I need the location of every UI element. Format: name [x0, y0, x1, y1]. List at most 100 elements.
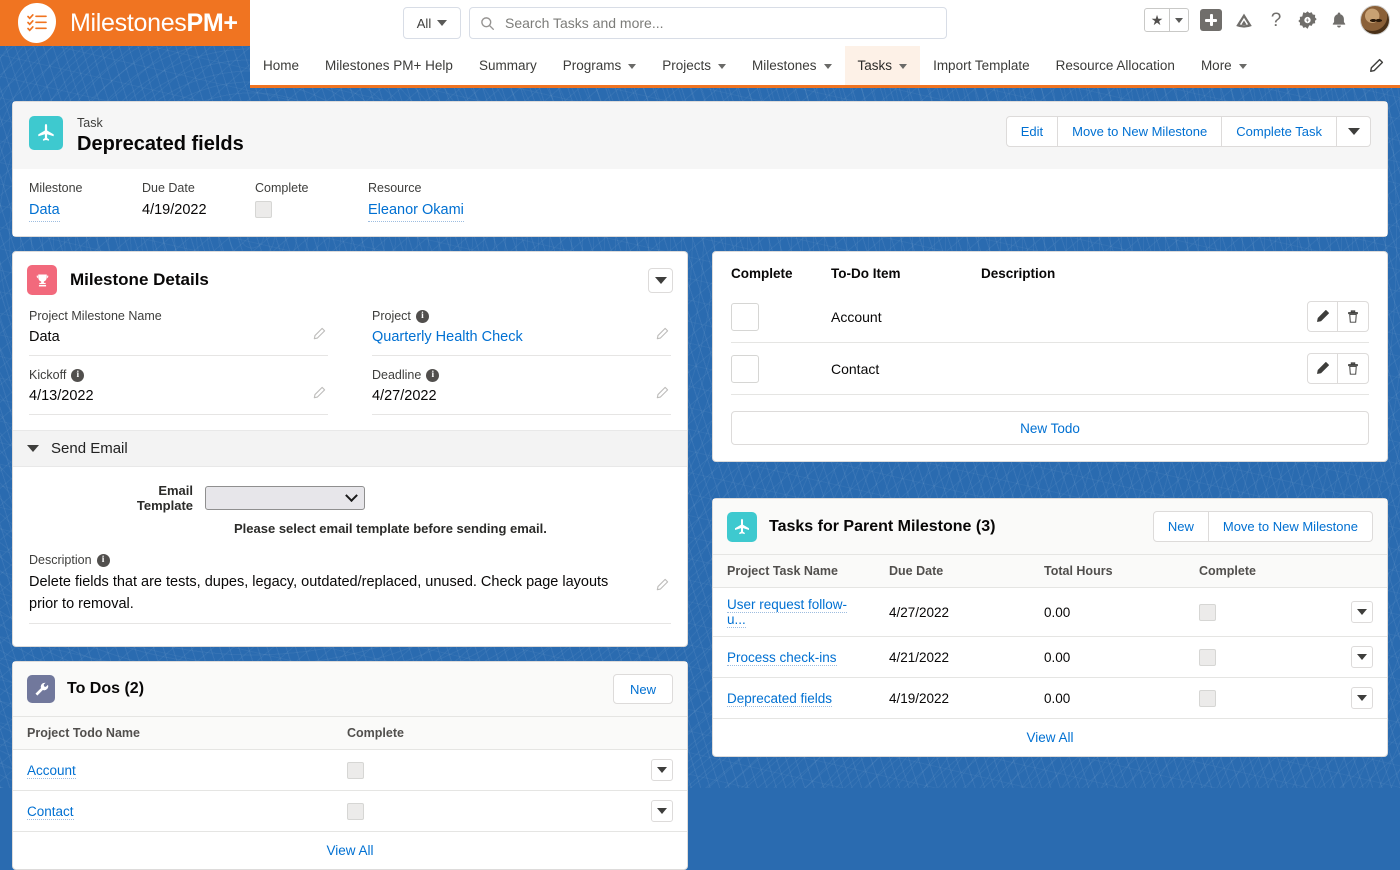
chevron-down-icon — [1348, 128, 1360, 135]
inline-edit-pencil-icon[interactable] — [655, 578, 669, 597]
column-header-description: Description — [981, 266, 1369, 281]
field-label: Milestone — [29, 179, 142, 197]
todos-card: To Dos (2) New Project Todo Name Complet… — [12, 661, 688, 870]
column-header-project-todo-name[interactable]: Project Todo Name — [13, 717, 333, 750]
todo-items-header-row: Complete To-Do Item Description — [731, 266, 1369, 291]
todo-item-complete-checkbox[interactable] — [731, 303, 759, 331]
more-actions-button[interactable] — [1337, 116, 1371, 147]
resource-link[interactable]: Eleanor Okami — [368, 199, 464, 222]
column-header-total-hours[interactable]: Total Hours — [1030, 555, 1185, 588]
nav-item-resource-allocation[interactable]: Resource Allocation — [1043, 46, 1188, 85]
global-search: All — [403, 7, 947, 39]
info-icon[interactable]: i — [97, 554, 110, 567]
nav-item-milestones[interactable]: Milestones — [739, 46, 845, 85]
column-header-project-task-name[interactable]: Project Task Name — [713, 555, 875, 588]
nav-item-more[interactable]: More — [1188, 46, 1260, 85]
task-complete-checkbox[interactable] — [1199, 690, 1216, 707]
delete-todo-trash-icon[interactable] — [1338, 301, 1369, 332]
row-actions-button[interactable] — [651, 800, 673, 822]
milestone-details-body: Project Milestone Name Data Kickoffi 4/1… — [13, 308, 687, 646]
milestone-link[interactable]: Data — [29, 199, 60, 222]
delete-todo-trash-icon[interactable] — [1338, 353, 1369, 384]
inline-edit-pencil-icon[interactable] — [655, 386, 669, 405]
inline-edit-pencil-icon[interactable] — [312, 386, 326, 405]
task-complete-checkbox[interactable] — [1199, 604, 1216, 621]
complete-task-button[interactable]: Complete Task — [1222, 116, 1337, 147]
user-avatar[interactable] — [1360, 5, 1390, 35]
info-icon[interactable]: i — [416, 310, 429, 323]
inline-edit-pencil-icon[interactable] — [655, 327, 669, 346]
project-link[interactable]: Quarterly Health Check — [372, 326, 671, 348]
search-scope-select[interactable]: All — [403, 7, 461, 39]
task-due-date: 4/21/2022 — [875, 637, 1030, 678]
edit-todo-pencil-icon[interactable] — [1307, 353, 1338, 384]
edit-todo-pencil-icon[interactable] — [1307, 301, 1338, 332]
nav-item-tasks[interactable]: Tasks — [845, 46, 921, 85]
chevron-down-icon — [1357, 695, 1367, 701]
chevron-down-icon — [1239, 64, 1247, 69]
move-to-new-milestone-button[interactable]: Move to New Milestone — [1209, 511, 1373, 542]
nav-item-home[interactable]: Home — [250, 46, 312, 85]
move-to-new-milestone-button[interactable]: Move to New Milestone — [1058, 116, 1222, 147]
help-question-icon[interactable]: ? — [1266, 9, 1286, 31]
table-row: Deprecated fields 4/19/2022 0.00 — [713, 678, 1387, 719]
nav-item-summary[interactable]: Summary — [466, 46, 550, 85]
edit-navigation-pencil-icon[interactable] — [1352, 46, 1400, 85]
column-header-complete[interactable]: Complete — [333, 717, 637, 750]
brand-logo[interactable]: MilestonesPM+ — [0, 0, 250, 46]
task-name-link[interactable]: User request follow-u... — [727, 597, 847, 628]
task-name-link[interactable]: Deprecated fields — [727, 691, 832, 707]
todos-table-header-row: Project Todo Name Complete — [13, 717, 687, 750]
header-utility-icons: ★ ? — [1144, 5, 1390, 35]
new-todo-button[interactable]: New — [613, 674, 673, 704]
search-input[interactable] — [505, 15, 936, 31]
task-complete-checkbox[interactable] — [1199, 649, 1216, 666]
setup-gear-icon[interactable] — [1297, 10, 1318, 31]
collapse-section-button[interactable] — [648, 268, 673, 293]
favorites-group[interactable]: ★ — [1144, 8, 1189, 32]
search-box[interactable] — [469, 7, 947, 39]
row-complete-checkbox[interactable] — [347, 762, 364, 779]
chevron-down-icon — [655, 277, 667, 284]
row-actions-button[interactable] — [1351, 601, 1373, 623]
nav-item-projects[interactable]: Projects — [649, 46, 739, 85]
info-icon[interactable]: i — [71, 369, 84, 382]
tasks-table-header-row: Project Task Name Due Date Total Hours C… — [713, 555, 1387, 588]
complete-checkbox[interactable] — [255, 201, 272, 218]
favorites-chevron-icon[interactable] — [1169, 9, 1188, 31]
nav-item-programs[interactable]: Programs — [550, 46, 650, 85]
app-launcher-icon[interactable] — [1233, 9, 1255, 31]
column-header-complete[interactable]: Complete — [1185, 555, 1337, 588]
todo-item-complete-checkbox[interactable] — [731, 355, 759, 383]
todo-name-link[interactable]: Account — [27, 763, 76, 779]
favorites-star-icon[interactable]: ★ — [1145, 9, 1169, 31]
row-actions-button[interactable] — [1351, 687, 1373, 709]
field-kickoff: Kickoffi 4/13/2022 — [29, 367, 328, 415]
edit-button[interactable]: Edit — [1006, 116, 1058, 147]
row-actions-button[interactable] — [651, 759, 673, 781]
notifications-bell-icon[interactable] — [1329, 10, 1349, 31]
inline-edit-pencil-icon[interactable] — [312, 327, 326, 346]
email-template-select[interactable] — [205, 486, 365, 510]
tasks-view-all-link[interactable]: View All — [713, 719, 1387, 756]
row-actions-button[interactable] — [1351, 646, 1373, 668]
chevron-down-icon — [899, 64, 907, 69]
row-complete-checkbox[interactable] — [347, 803, 364, 820]
info-icon[interactable]: i — [426, 369, 439, 382]
record-object-label: Task — [77, 116, 244, 131]
column-header-due-date[interactable]: Due Date — [875, 555, 1030, 588]
send-email-section-header[interactable]: Send Email — [13, 430, 687, 467]
new-todo-row-button[interactable]: New Todo — [731, 411, 1369, 445]
new-item-plus-icon[interactable] — [1200, 9, 1222, 31]
new-task-button[interactable]: New — [1153, 511, 1209, 542]
task-name-link[interactable]: Process check-ins — [727, 650, 837, 666]
todo-item-name: Account — [831, 309, 981, 325]
nav-item-milestones-pm-help[interactable]: Milestones PM+ Help — [312, 46, 466, 85]
todo-name-link[interactable]: Contact — [27, 804, 74, 820]
todo-item-name: Contact — [831, 361, 981, 377]
nav-label: Summary — [479, 58, 537, 73]
global-header: MilestonesPM+ All ★ — [0, 0, 1400, 46]
brand-name-light: Milestones — [70, 9, 187, 37]
todos-view-all-link[interactable]: View All — [13, 832, 687, 869]
nav-item-import-template[interactable]: Import Template — [920, 46, 1043, 85]
